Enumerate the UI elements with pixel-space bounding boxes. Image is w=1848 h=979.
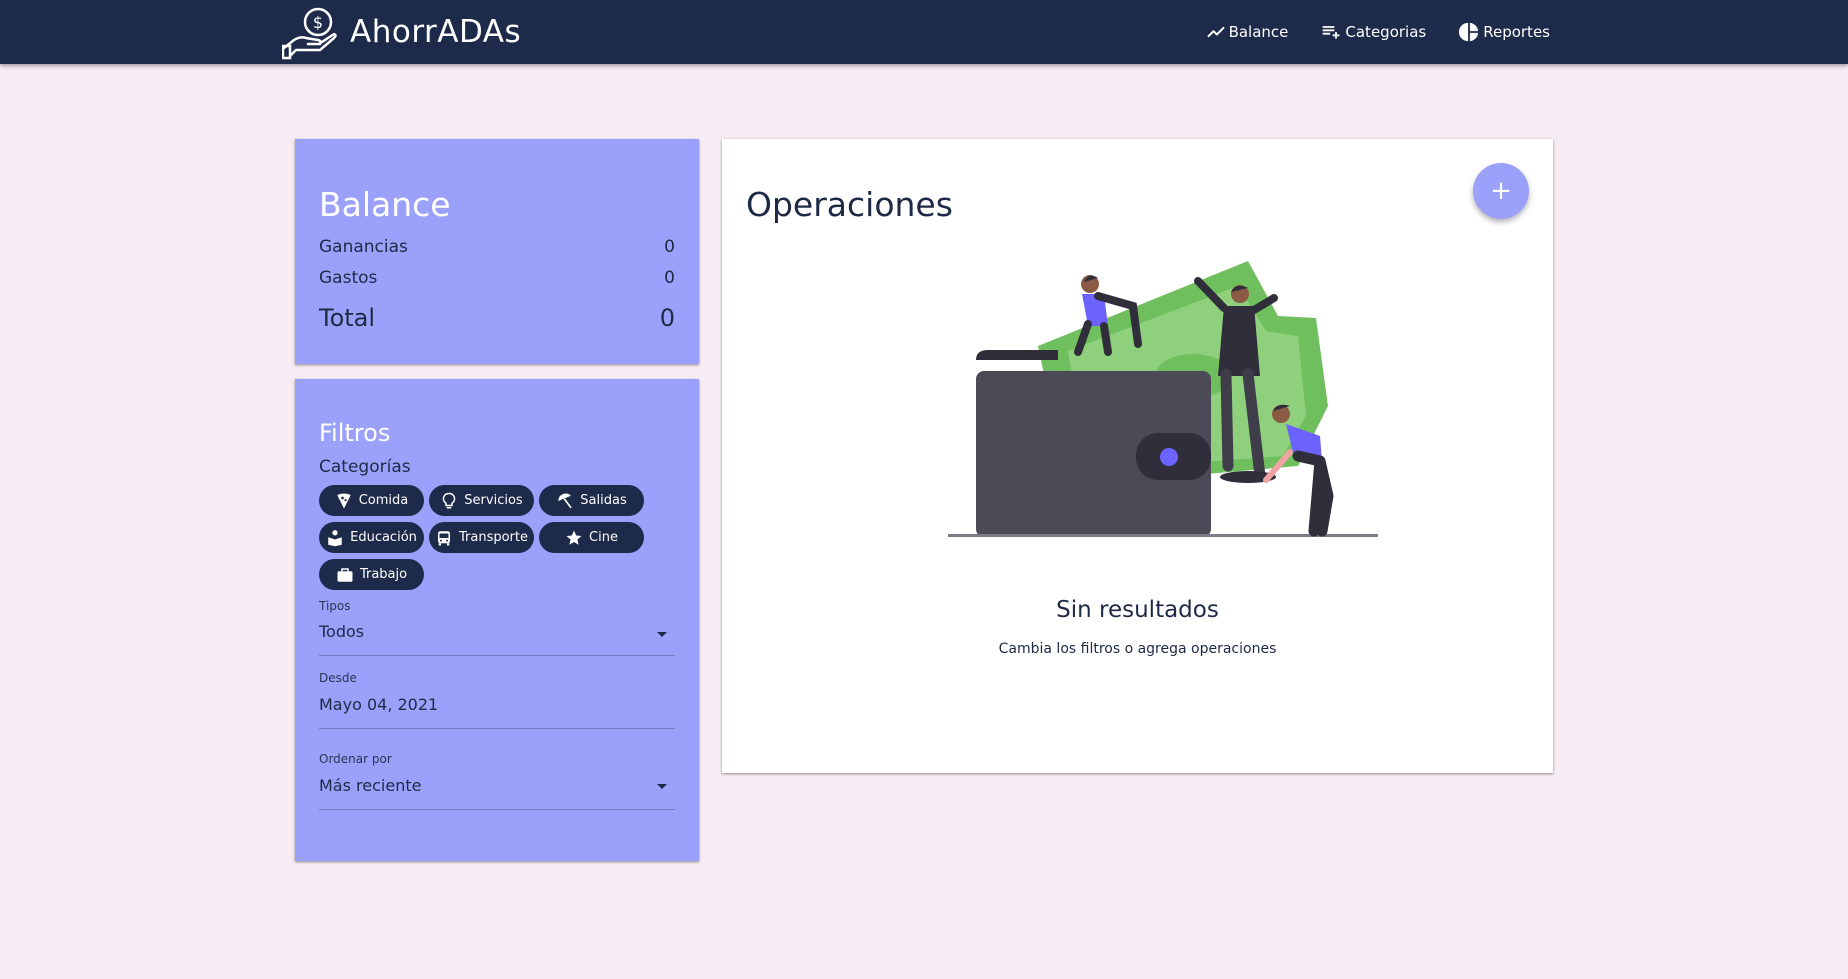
total-label: Total xyxy=(319,304,376,332)
pizza-icon xyxy=(336,493,351,508)
nav-balance-link[interactable]: Balance xyxy=(1206,22,1289,42)
chip-comida[interactable]: Comida xyxy=(319,485,424,516)
ordenar-value: Más reciente xyxy=(319,776,422,795)
ganancias-label: Ganancias xyxy=(319,237,408,257)
trending-up-icon xyxy=(1207,26,1225,38)
bus-icon xyxy=(438,530,450,545)
ordenar-label: Ordenar por xyxy=(319,752,392,766)
gastos-value: 0 xyxy=(664,268,675,288)
filters-title: Filtros xyxy=(319,419,391,447)
ordenar-caret-icon xyxy=(657,784,667,789)
star-icon xyxy=(566,530,582,545)
nav-balance-label: Balance xyxy=(1228,23,1289,41)
brand[interactable]: $ AhorrADAs xyxy=(282,4,521,60)
umbrella-beach-icon xyxy=(558,493,572,508)
chip-cine[interactable]: Cine xyxy=(539,522,644,553)
chip-educacion-label: Educación xyxy=(350,530,417,545)
hand-coin-icon: $ xyxy=(282,7,337,60)
chip-transporte[interactable]: Transporte xyxy=(429,522,534,553)
ordenar-underline xyxy=(319,809,675,810)
balance-row-ganancias: Ganancias 0 xyxy=(319,237,675,257)
nav-reportes-label: Reportes xyxy=(1483,23,1550,41)
balance-title: Balance xyxy=(319,185,451,224)
tipos-label: Tipos xyxy=(319,599,351,613)
chip-salidas[interactable]: Salidas xyxy=(539,485,644,516)
tipos-underline xyxy=(319,655,675,656)
desde-underline xyxy=(319,728,675,729)
desde-label: Desde xyxy=(319,671,357,685)
briefcase-icon xyxy=(337,567,353,582)
chip-servicios[interactable]: Servicios xyxy=(429,485,534,516)
chip-salidas-label: Salidas xyxy=(580,493,627,508)
nav-reportes-link[interactable]: Reportes xyxy=(1458,21,1550,43)
nav-categorias-label: Categorias xyxy=(1345,23,1427,41)
chip-comida-label: Comida xyxy=(358,493,409,508)
balance-row-total: Total 0 xyxy=(319,304,675,332)
tipos-caret-icon xyxy=(657,632,667,637)
chip-trabajo[interactable]: Trabajo xyxy=(319,559,424,590)
playlist-add-icon xyxy=(1323,26,1340,39)
chip-servicios-label: Servicios xyxy=(464,493,523,508)
app-title: AhorrADAs xyxy=(350,14,522,50)
chip-educacion[interactable]: Educación xyxy=(319,522,424,553)
empty-state-title: Sin resultados xyxy=(1056,597,1219,623)
ganancias-value: 0 xyxy=(664,237,675,257)
book-reader-icon xyxy=(328,529,342,546)
svg-text:$: $ xyxy=(313,13,323,32)
total-value: 0 xyxy=(659,304,675,332)
chip-cine-label: Cine xyxy=(589,530,618,545)
desde-value: Mayo 04, 2021 xyxy=(319,695,439,714)
operations-card: Operaciones + Sin resultados Cambia los … xyxy=(722,139,1553,773)
balance-card: Balance Ganancias 0 Gastos 0 Total 0 xyxy=(295,139,699,364)
chip-transporte-label: Transporte xyxy=(459,530,528,545)
tipos-value: Todos xyxy=(319,622,365,641)
empty-state-subtitle: Cambia los filtros o agrega operaciones xyxy=(998,641,1277,657)
wallet-illustration xyxy=(948,261,1378,537)
categories-label: Categorías xyxy=(319,457,411,477)
filters-card: Filtros Categorías Comida Servicios Sali… xyxy=(295,379,699,861)
balance-row-gastos: Gastos 0 xyxy=(319,268,675,288)
nav-categorias-link[interactable]: Categorias xyxy=(1320,22,1426,42)
navbar: $ AhorrADAs Balance Categorias Reportes xyxy=(0,0,1848,64)
gastos-label: Gastos xyxy=(319,268,378,288)
nav-menu: Balance Categorias Reportes xyxy=(1174,0,1550,64)
lightbulb-icon xyxy=(442,492,456,508)
pie-chart-icon xyxy=(1459,22,1479,42)
operations-title: Operaciones xyxy=(746,185,953,224)
add-operation-button[interactable]: + xyxy=(1473,163,1529,219)
chip-trabajo-label: Trabajo xyxy=(359,567,408,582)
